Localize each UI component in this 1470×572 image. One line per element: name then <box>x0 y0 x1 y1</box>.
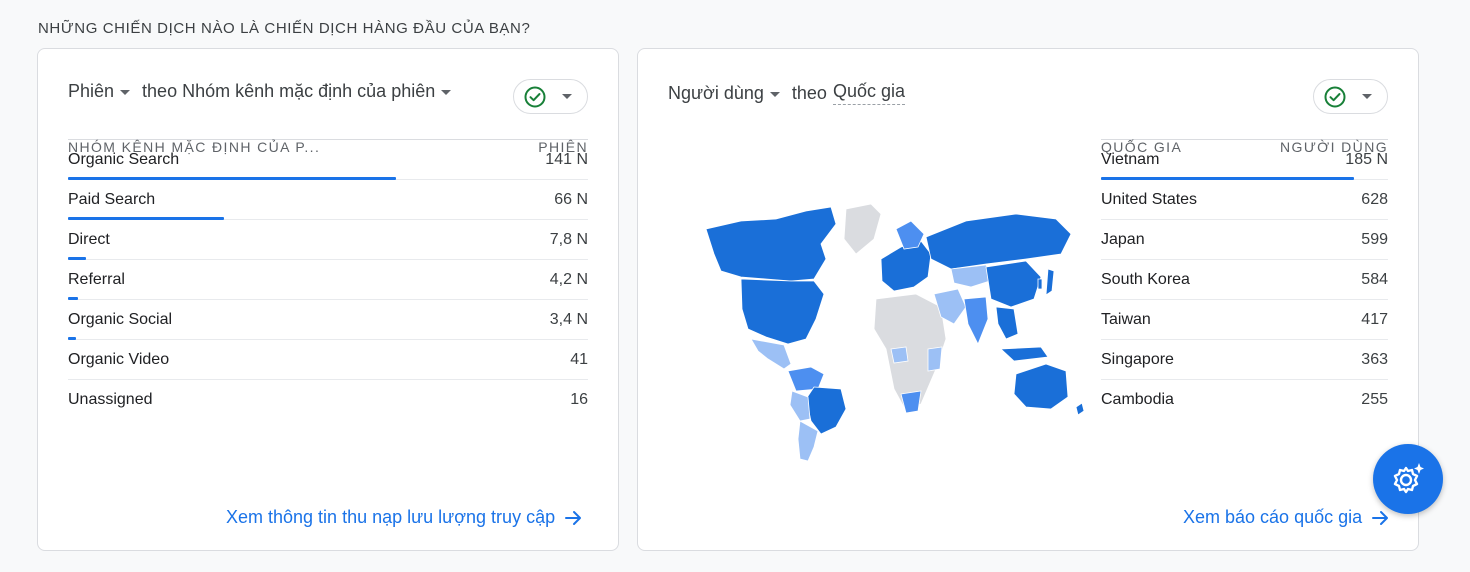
country-card-header: Người dùng theo Quốc gia <box>668 81 905 105</box>
dimension-selector[interactable]: Quốc gia <box>832 81 905 105</box>
table-row[interactable]: South Korea 584 <box>1101 260 1388 300</box>
table-row[interactable]: Organic Social 3,4 N <box>68 300 588 340</box>
arrow-right-icon <box>1372 510 1389 525</box>
caret-down-icon <box>769 91 780 97</box>
row-value: 4,2 N <box>549 270 588 288</box>
table-row[interactable]: Paid Search 66 N <box>68 180 588 220</box>
row-label: Taiwan <box>1101 310 1151 328</box>
metric-dropdown[interactable]: Người dùng <box>668 83 792 104</box>
table-row[interactable]: United States 628 <box>1101 180 1388 220</box>
row-label: Referral <box>68 270 125 288</box>
metric-label: Người dùng <box>668 82 764 103</box>
table-row[interactable]: Taiwan 417 <box>1101 300 1388 340</box>
table-row[interactable]: Singapore 363 <box>1101 340 1388 380</box>
row-value: 628 <box>1361 190 1388 208</box>
map-africa-south <box>900 390 922 414</box>
world-map[interactable] <box>696 199 1092 464</box>
map-peru <box>789 390 811 422</box>
section-title: NHỮNG CHIẾN DỊCH NÀO LÀ CHIẾN DỊCH HÀNG … <box>38 20 531 37</box>
channel-table: NHÓM KÊNH MẶC ĐỊNH CỦA P... PHIÊN Organi… <box>68 49 588 420</box>
map-canada <box>705 206 837 282</box>
map-indonesia <box>1000 346 1049 362</box>
row-label: Direct <box>68 230 110 248</box>
row-label: Organic Search <box>68 150 180 168</box>
country-report-link[interactable]: Xem báo cáo quốc gia <box>1183 507 1390 528</box>
row-label: Vietnam <box>1101 150 1160 168</box>
map-india <box>963 296 989 345</box>
map-se-asia <box>995 306 1019 340</box>
row-value: 584 <box>1361 270 1388 288</box>
row-value: 16 <box>570 391 588 408</box>
country-card: Người dùng theo Quốc gia QUỐC GIA NGƯỜI … <box>637 48 1419 551</box>
insights-fab[interactable] <box>1373 444 1443 514</box>
settings-sparkle-icon <box>1393 463 1424 494</box>
channel-group-card: Phiên theo Nhóm kênh mặc định của phiên … <box>37 48 619 551</box>
map-greenland <box>843 203 882 255</box>
arrow-right-icon <box>565 510 582 525</box>
row-value: 417 <box>1361 310 1388 328</box>
row-label: South Korea <box>1101 270 1190 288</box>
row-value: 141 N <box>545 150 588 168</box>
row-label: Singapore <box>1101 350 1174 368</box>
map-usa <box>740 278 825 345</box>
row-value: 41 <box>570 350 588 368</box>
table-row[interactable]: Japan 599 <box>1101 220 1388 260</box>
map-china <box>985 260 1042 308</box>
map-mexico <box>750 338 792 370</box>
row-label: Organic Video <box>68 350 170 368</box>
table-row[interactable]: Cambodia 255 <box>1101 380 1388 420</box>
country-report-link-label: Xem báo cáo quốc gia <box>1183 507 1363 527</box>
row-label: Cambodia <box>1101 391 1174 408</box>
table-header: NHÓM KÊNH MẶC ĐỊNH CỦA P... PHIÊN <box>68 49 588 155</box>
map-australia <box>1013 363 1069 410</box>
row-label: Unassigned <box>68 391 153 408</box>
row-value: 7,8 N <box>549 230 588 248</box>
map-africa-nigeria <box>890 346 909 364</box>
row-label: Japan <box>1101 230 1145 248</box>
table-header: QUỐC GIA NGƯỜI DÙNG <box>1101 49 1388 155</box>
table-row[interactable]: Vietnam 185 N <box>1101 140 1388 180</box>
acquisition-link[interactable]: Xem thông tin thu nạp lưu lượng truy cập <box>226 507 583 528</box>
map-japan <box>1045 268 1055 296</box>
country-table: QUỐC GIA NGƯỜI DÙNG Vietnam 185 N United S… <box>1101 49 1388 420</box>
row-value: 185 N <box>1345 150 1388 168</box>
map-korea <box>1037 278 1043 290</box>
map-new-zealand <box>1075 402 1085 416</box>
row-label: United States <box>1101 190 1198 208</box>
map-brazil <box>805 386 847 435</box>
row-label: Organic Social <box>68 310 173 328</box>
row-label: Paid Search <box>68 190 156 208</box>
row-value: 255 <box>1361 391 1388 408</box>
acquisition-link-label: Xem thông tin thu nạp lưu lượng truy cập <box>226 507 556 527</box>
table-row[interactable]: Referral 4,2 N <box>68 260 588 300</box>
table-row[interactable]: Direct 7,8 N <box>68 220 588 260</box>
table-row[interactable]: Organic Search 141 N <box>68 140 588 180</box>
row-value: 599 <box>1361 230 1388 248</box>
dimension-prefix: theo <box>791 82 827 103</box>
map-argentina-chile <box>797 420 819 462</box>
row-value: 3,4 N <box>549 310 588 328</box>
map-russia <box>925 213 1072 270</box>
table-row[interactable]: Unassigned 16 <box>68 380 588 420</box>
row-value: 363 <box>1361 350 1388 368</box>
map-africa-east <box>927 346 943 372</box>
row-value: 66 N <box>554 190 588 208</box>
table-row[interactable]: Organic Video 41 <box>68 340 588 380</box>
